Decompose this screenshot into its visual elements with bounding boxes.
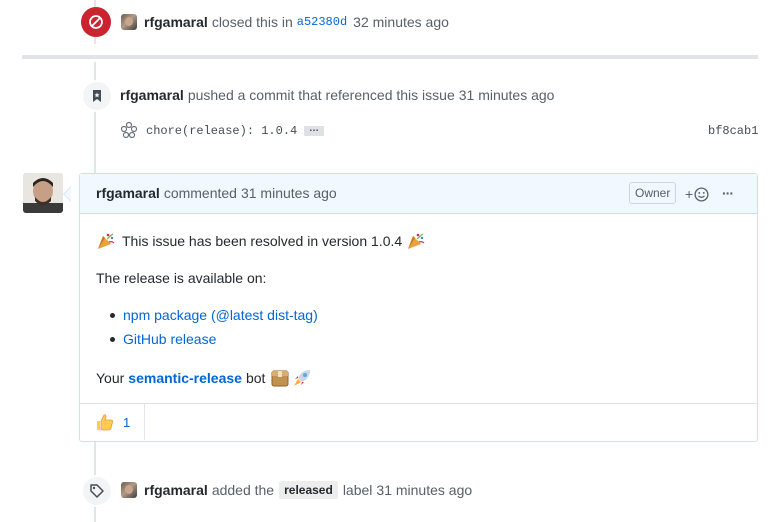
comment-action: commented [163, 185, 237, 201]
event-time[interactable]: 32 minutes ago [353, 14, 449, 30]
github-release-link[interactable]: GitHub release [123, 331, 216, 347]
comment-avatar[interactable] [23, 173, 63, 213]
owner-badge-label: Owner [635, 186, 671, 200]
author-link[interactable]: rfgamaral [144, 482, 208, 498]
commit-message-link[interactable]: chore(release): 1.0.4 [146, 124, 297, 138]
resolved-text: This issue has been resolved in version … [122, 233, 403, 249]
released-label[interactable]: released [279, 481, 338, 499]
author-link[interactable]: rfgamaral [120, 87, 184, 103]
thumbs-up-icon [97, 414, 113, 431]
closed-event-text: rfgamaral closed this in a52380d 32 minu… [144, 13, 449, 31]
event-action: added the [211, 482, 275, 498]
tag-icon [90, 484, 104, 498]
semantic-release-link[interactable]: semantic-release [128, 370, 242, 386]
add-reaction-button[interactable]: + [685, 185, 709, 203]
thumbs-up-reaction[interactable]: 1 [80, 404, 145, 440]
rocket-icon [294, 370, 311, 386]
push-event-badge [81, 80, 113, 112]
label-event-text: rfgamaral added the released label 31 mi… [144, 480, 472, 500]
party-popper-icon [408, 233, 425, 249]
comment-options-button[interactable]: ··· [722, 185, 734, 203]
bookmark-icon [93, 90, 101, 102]
circle-slash-icon [89, 15, 103, 29]
avatar-image [23, 173, 63, 213]
commit-ref-link[interactable]: a52380d [297, 15, 347, 29]
add-reaction-plus: + [685, 186, 694, 202]
ellipsis-label: … [309, 123, 319, 134]
label-event-badge [81, 475, 113, 507]
avatar[interactable] [121, 14, 137, 30]
party-popper-icon [98, 233, 115, 249]
timeline-divider [22, 55, 758, 59]
signoff-prefix: Your [96, 370, 125, 386]
owner-badge: Owner [629, 182, 677, 204]
event-time[interactable]: 31 minutes ago [459, 87, 555, 103]
author-link[interactable]: rfgamaral [144, 14, 208, 30]
cube-icon [120, 121, 138, 139]
event-action: closed this in [211, 14, 293, 30]
list-bullet [110, 337, 115, 342]
list-bullet [110, 313, 115, 318]
smiley-icon [694, 186, 709, 202]
comment-header-text: rfgamaral commented 31 minutes ago [96, 184, 337, 202]
comment-time[interactable]: 31 minutes ago [241, 185, 337, 201]
reactions-divider [80, 403, 757, 404]
signoff-line: Your semantic-release bot [96, 368, 312, 388]
reaction-count: 1 [123, 414, 131, 430]
avatar[interactable] [121, 482, 137, 498]
commit-sha-link[interactable]: bf8cab1 [708, 124, 758, 138]
timeline-line-middle [94, 62, 96, 173]
author-link[interactable]: rfgamaral [96, 185, 160, 201]
resolved-line: This issue has been resolved in version … [96, 231, 426, 251]
more-label: ··· [722, 185, 734, 201]
package-icon [271, 370, 289, 387]
event-time[interactable]: 31 minutes ago [376, 482, 472, 498]
closed-status-badge [81, 7, 111, 37]
event-action: pushed a commit that referenced this iss… [187, 87, 455, 103]
signoff-suffix: bot [245, 370, 266, 386]
label-suffix: label [342, 482, 373, 498]
push-event-text: rfgamaral pushed a commit that reference… [120, 86, 554, 104]
commit-expand-button[interactable]: … [304, 123, 324, 136]
npm-package-link[interactable]: npm package (@latest dist-tag) [123, 307, 318, 323]
comment-caret-inner [64, 187, 71, 201]
available-text: The release is available on: [96, 270, 267, 286]
